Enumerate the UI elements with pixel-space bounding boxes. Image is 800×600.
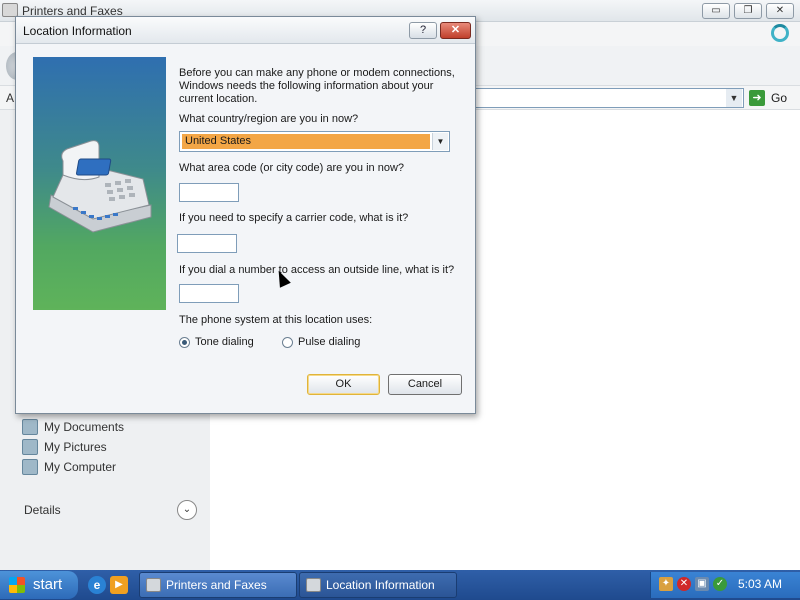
sidebar-item-label: My Computer — [44, 460, 117, 474]
dialog-title: Location Information — [23, 24, 132, 38]
area-code-label: What area code (or city code) are you in… — [179, 162, 405, 174]
printer-icon — [2, 3, 18, 17]
sidebar-item-my-pictures[interactable]: My Pictures — [22, 439, 107, 457]
tone-dialing-label[interactable]: Tone dialing — [195, 336, 254, 348]
pulse-dialing-label[interactable]: Pulse dialing — [298, 336, 360, 348]
telephone-icon — [48, 140, 152, 233]
help-button[interactable]: ? — [409, 22, 437, 39]
sidebar-item-my-computer[interactable]: My Computer — [22, 459, 116, 477]
printer-icon — [146, 578, 161, 592]
country-value[interactable]: United States — [182, 134, 430, 149]
dialog-close-button[interactable]: ✕ — [440, 22, 471, 39]
address-label: A — [6, 91, 15, 105]
country-select[interactable]: United States ▼ — [179, 131, 450, 152]
documents-icon — [22, 419, 38, 435]
pulse-dialing-radio[interactable]: Pulse dialing — [282, 336, 360, 350]
carrier-code-label: If you need to specify a carrier code, w… — [179, 212, 409, 224]
shield-icon[interactable]: ✓ — [713, 577, 727, 591]
tone-dialing-radio[interactable]: Tone dialing — [179, 336, 254, 350]
sidebar-item-label: My Pictures — [44, 440, 107, 454]
dialog-titlebar[interactable]: Location Information ? ✕ — [16, 17, 475, 44]
taskbar-item-printers-and-faxes[interactable]: Printers and Faxes — [139, 572, 297, 598]
start-label: start — [33, 576, 63, 593]
area-code-input[interactable] — [179, 183, 239, 202]
address-input[interactable] — [472, 88, 744, 108]
pictures-icon — [22, 439, 38, 455]
go-arrow-icon[interactable]: ➜ — [749, 90, 765, 106]
outside-line-input[interactable] — [179, 284, 239, 303]
telephone-icon — [306, 578, 321, 592]
maximize-button[interactable]: ❐ — [734, 3, 762, 19]
radio-selected-icon[interactable] — [179, 337, 190, 348]
intro-text: Before you can make any phone or modem c… — [179, 67, 455, 105]
sidebar-item-my-documents[interactable]: My Documents — [22, 419, 124, 437]
chevron-down-icon[interactable]: ⌄ — [177, 500, 197, 520]
go-button[interactable]: Go — [771, 91, 787, 105]
throbber-icon — [768, 22, 792, 44]
close-button[interactable]: ✕ — [766, 3, 794, 19]
internet-explorer-icon[interactable]: e — [88, 576, 106, 594]
location-information-dialog: Location Information ? ✕ Before you can … — [15, 16, 476, 414]
clock[interactable]: 5:03 AM — [738, 577, 782, 591]
radio-unselected-icon[interactable] — [282, 337, 293, 348]
taskbar: start e ▶ Printers and Faxes Location In… — [0, 570, 800, 600]
taskbar-item-location-information[interactable]: Location Information — [299, 572, 457, 598]
computer-icon — [22, 459, 38, 475]
security-alert-icon[interactable]: ✕ — [677, 577, 691, 591]
carrier-code-input[interactable] — [177, 234, 237, 253]
details-heading[interactable]: Details — [24, 503, 61, 517]
cancel-button[interactable]: Cancel — [388, 374, 462, 395]
taskbar-item-label: Location Information — [326, 578, 435, 592]
taskbar-item-label: Printers and Faxes — [166, 578, 267, 592]
country-label: What country/region are you in now? — [179, 113, 359, 125]
address-dropdown-button[interactable]: ▼ — [726, 89, 742, 107]
network-icon[interactable]: ▣ — [695, 577, 709, 591]
telephone-illustration — [33, 57, 166, 310]
sidebar-item-label: My Documents — [44, 420, 125, 434]
wizard-icon[interactable]: ✦ — [659, 577, 673, 591]
outside-line-label: If you dial a number to access an outsid… — [179, 264, 455, 276]
media-player-icon[interactable]: ▶ — [110, 576, 128, 594]
minimize-button[interactable]: ▭ — [702, 3, 730, 19]
windows-logo-icon — [9, 577, 25, 593]
ok-button[interactable]: OK — [307, 374, 380, 395]
phone-system-label: The phone system at this location uses: — [179, 314, 373, 326]
chevron-down-icon[interactable]: ▼ — [432, 133, 448, 150]
start-button[interactable]: start — [0, 571, 78, 599]
